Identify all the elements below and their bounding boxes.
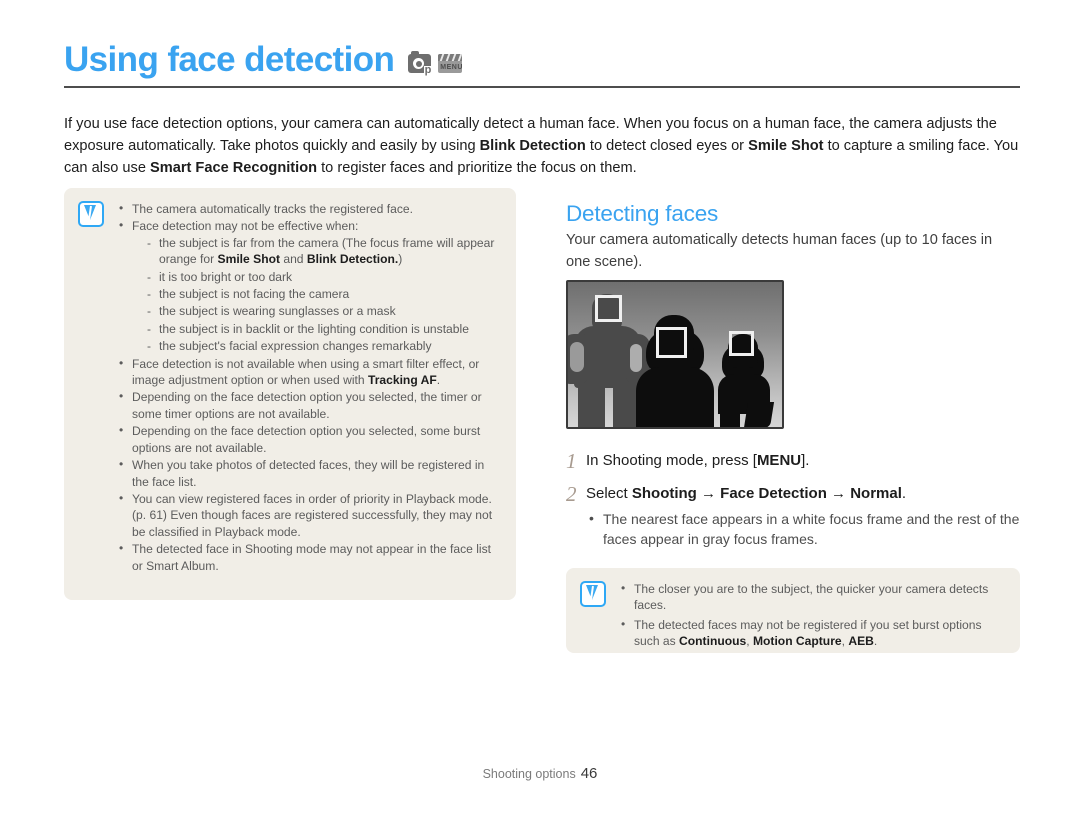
step-bold-menu: MENU — [756, 452, 802, 469]
document-page: Using face detection p MENU If you use f… — [0, 0, 1080, 815]
step-text-post: ]. — [801, 452, 810, 469]
note-item-text: You can view registered faces in order o… — [132, 491, 493, 539]
note-subitem-text: the subject's facial expression changes … — [159, 339, 432, 354]
step-text: In Shooting mode, press [MENU]. — [586, 450, 1020, 472]
intro-bold-blink-detection: Blink Detection — [479, 137, 586, 154]
list-item: Face detection is not available when usi… — [118, 355, 500, 389]
list-item: The nearest face appears in a white focu… — [586, 508, 1020, 549]
note-right-list: The closer you are to the subject, the q… — [620, 580, 1004, 648]
note-item-text: When you take photos of detected faces, … — [132, 458, 485, 489]
list-item: it is too bright or too dark — [146, 269, 500, 286]
list-item: the subject is not facing the camera — [146, 286, 500, 303]
list-item: The detected face in Shooting mode may n… — [118, 540, 500, 574]
note-item-text: . — [436, 373, 441, 388]
list-item: the subject's facial expression changes … — [146, 338, 500, 355]
note-subitem-text: the subject is in backlit or the lightin… — [159, 321, 469, 336]
face-focus-frame — [729, 331, 754, 356]
page-footer: Shooting options 46 — [0, 765, 1080, 782]
step-1: 1 In Shooting mode, press [MENU]. — [566, 450, 1020, 472]
note-pen-icon — [580, 581, 606, 607]
list-item: Depending on the face detection option y… — [118, 422, 500, 456]
list-item: The camera automatically tracks the regi… — [118, 200, 500, 217]
note-left-list: The camera automatically tracks the regi… — [118, 200, 500, 590]
step-bold-menu-path: Shooting → Face Detection → Normal — [631, 485, 902, 502]
movie-mode-icon: MENU — [438, 54, 463, 73]
page-title-row: Using face detection p MENU — [64, 42, 1020, 77]
note-left-sublist: the subject is far from the camera (The … — [132, 235, 500, 355]
face-detection-illustration — [566, 280, 784, 429]
instruction-steps: 1 In Shooting mode, press [MENU]. 2 Sele… — [566, 450, 1020, 560]
note-item-text: Depending on the face detection option y… — [132, 390, 482, 421]
note-item-bold-aeb: AEB — [848, 634, 874, 649]
footer-page-number: 46 — [580, 765, 598, 782]
note-subitem-text: ) — [398, 252, 403, 267]
list-item: Depending on the face detection option y… — [118, 388, 500, 422]
list-item: the subject is far from the camera (The … — [146, 235, 500, 268]
step-number: 2 — [566, 482, 577, 506]
step-2: 2 Select Shooting → Face Detection → Nor… — [566, 483, 1020, 549]
note-item-text: . — [873, 634, 878, 649]
note-item-text: The closer you are to the subject, the q… — [634, 582, 989, 613]
title-divider — [64, 86, 1020, 88]
note-subitem-text: the subject is wearing sunglasses or a m… — [159, 304, 396, 319]
intro-paragraph: If you use face detection options, your … — [64, 113, 1020, 179]
list-item: Face detection may not be effective when… — [118, 217, 500, 355]
page-title: Using face detection — [64, 40, 395, 79]
note-subitem-text: and — [280, 252, 307, 267]
list-item: When you take photos of detected faces, … — [118, 456, 500, 490]
intro-bold-smart-face-recognition: Smart Face Recognition — [150, 159, 318, 176]
note-subitem-bold-smile-shot: Smile Shot — [217, 252, 281, 267]
step-2-sublist: The nearest face appears in a white focu… — [586, 508, 1020, 549]
note-subitem-text: it is too bright or too dark — [159, 269, 293, 284]
note-subitem-text: the subject is not facing the camera — [159, 287, 350, 302]
section-description: Your camera automatically detects human … — [566, 231, 993, 270]
note-item-bold-continuous: Continuous — [679, 634, 747, 649]
note-item-bold-motion-capture: Motion Capture — [752, 634, 842, 649]
face-focus-frame — [656, 327, 687, 358]
intro-text-2: to detect closed eyes or — [585, 137, 749, 154]
step-text: Select Shooting → Face Detection → Norma… — [586, 483, 1020, 549]
note-subitem-bold-blink-detection: Blink Detection. — [306, 252, 399, 267]
note-box-left: The camera automatically tracks the regi… — [64, 188, 516, 600]
list-item: You can view registered faces in order o… — [118, 490, 500, 540]
note-item-text: Face detection may not be effective when… — [132, 219, 359, 234]
photo-mode-icon: p — [408, 51, 433, 76]
list-item: the subject is in backlit or the lightin… — [146, 321, 500, 338]
footer-section-label: Shooting options — [482, 767, 576, 781]
step-text-post: . — [901, 485, 907, 502]
step-text-pre: Select — [586, 485, 632, 502]
step-text-pre: In Shooting mode, press [ — [586, 452, 757, 469]
section-title-detecting-faces: Detecting faces — [566, 200, 719, 226]
note-box-right: The closer you are to the subject, the q… — [566, 568, 1020, 653]
intro-bold-smile-shot: Smile Shot — [748, 137, 824, 154]
list-item: The closer you are to the subject, the q… — [620, 580, 1004, 614]
list-item: the subject is wearing sunglasses or a m… — [146, 303, 500, 320]
mode-icon-group: p MENU — [408, 51, 463, 76]
note-item-text: The camera automatically tracks the regi… — [132, 202, 413, 216]
note-item-text: , — [746, 634, 753, 649]
intro-text-4: to register faces and prioritize the foc… — [317, 159, 637, 176]
note-pen-icon — [78, 201, 104, 227]
face-focus-frame — [595, 295, 622, 322]
note-item-bold-tracking-af: Tracking AF — [367, 373, 437, 388]
list-item: The detected faces may not be registered… — [620, 616, 1004, 650]
step-number: 1 — [566, 449, 577, 473]
note-item-text: The detected face in Shooting mode may n… — [132, 542, 492, 573]
note-item-text: Depending on the face detection option y… — [132, 424, 481, 455]
